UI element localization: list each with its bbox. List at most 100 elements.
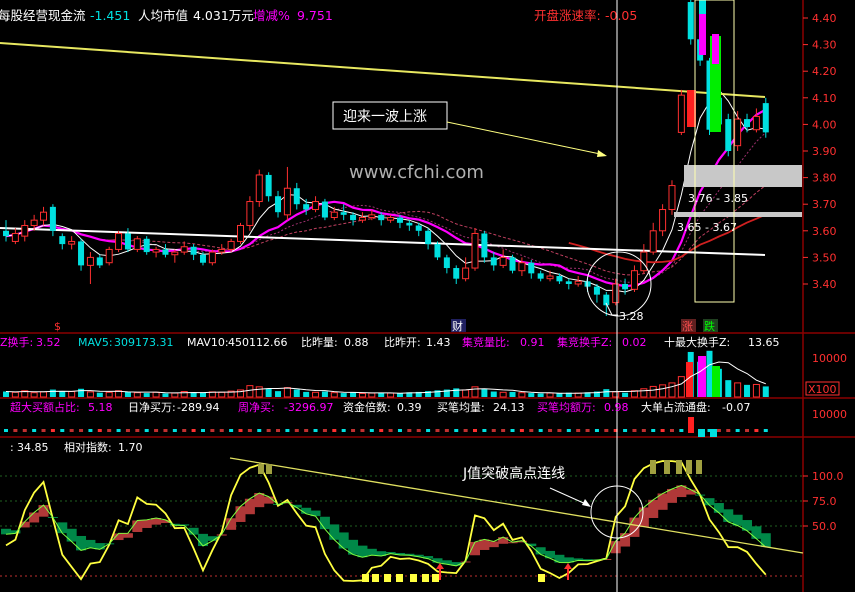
- vol-max-value: 13.65: [748, 336, 780, 349]
- kdj-bottom-bar: [372, 574, 379, 582]
- volume-bar: [518, 392, 526, 398]
- fund-bar: [473, 429, 477, 432]
- volume-bar: [725, 380, 732, 397]
- fund-bar: [69, 429, 74, 432]
- vol-mav10-value: 450112.66: [228, 336, 288, 349]
- price-tick-label: 3.60: [812, 225, 837, 238]
- fund-bar: [454, 429, 459, 432]
- candle-body: [537, 273, 544, 279]
- kdj-band: [366, 548, 377, 556]
- fund-bar: [247, 429, 252, 432]
- annotation-rise: 迎来一波上涨: [343, 109, 427, 125]
- volume-bar: [86, 391, 94, 398]
- stock-chart-window: 4.40 4.30 4.20 4.10 4.00 3.90 3.80 3.70 3.60 3.50…: [0, 0, 855, 592]
- fund-bar: [763, 429, 768, 432]
- fund-bar: [754, 429, 759, 432]
- volume-bar: [152, 391, 160, 398]
- volume-bar: [96, 392, 103, 397]
- vol-jjhs-value: 0.02: [622, 336, 647, 349]
- marker-zhang: 涨: [682, 320, 693, 333]
- fund-bar: [276, 429, 281, 432]
- kdj-peak-bar: [696, 460, 702, 474]
- fund-zjbs-value: 0.39: [397, 401, 422, 414]
- candle-body: [208, 251, 216, 264]
- fund-bar: [116, 429, 121, 432]
- kdj-band: [329, 524, 340, 540]
- fund-bar: [651, 429, 656, 432]
- fund-mbjl-value: 24.13: [493, 401, 525, 414]
- price-tick-label: 3.50: [812, 251, 837, 264]
- kdj-band: [76, 535, 87, 551]
- fund-bar: [726, 429, 731, 432]
- kdj-band: [235, 506, 246, 522]
- candle-body: [462, 267, 470, 280]
- kdj-bottom-bar: [538, 574, 545, 582]
- fund-bar: [229, 429, 234, 432]
- range-label-2: 3.65 - 3.67: [677, 221, 737, 234]
- volume-bar: [133, 392, 141, 398]
- candle-body: [546, 275, 554, 280]
- volume-bar: [218, 391, 226, 398]
- pane-dividers: [0, 0, 855, 592]
- kdj-peak-bar: [664, 460, 670, 474]
- resistance-band-1: [684, 165, 802, 187]
- annotation-jbreak: J值突破高点连线: [462, 465, 565, 482]
- candle-body: [358, 217, 366, 221]
- volume-bar: [143, 393, 150, 397]
- candle-body: [40, 211, 48, 221]
- candle-body: [199, 254, 206, 263]
- fund-bar: [669, 429, 674, 432]
- candle-body: [415, 225, 422, 231]
- fund-big-cyan: [698, 429, 705, 437]
- fund-bar: [735, 429, 740, 432]
- yellow-trend-line: [0, 42, 766, 98]
- volume-big-green: [712, 366, 720, 397]
- fund-bar: [200, 429, 205, 432]
- vol-bzl-label: 比昨量:: [301, 336, 338, 349]
- volume-bar: [499, 391, 507, 398]
- fund-bar: [332, 429, 337, 432]
- fund-bar: [266, 429, 271, 432]
- candle-body: [96, 257, 103, 266]
- kdj-arrow: [549, 487, 589, 506]
- volume-bar: [40, 391, 48, 398]
- header-cashflow-label: 每股经营现金流: [0, 8, 86, 23]
- candle-body: [330, 211, 338, 218]
- volume-bar: [752, 383, 760, 398]
- candle-body: [143, 238, 150, 253]
- candle-top-cyan: [699, 0, 706, 14]
- fund-rjmw-label: 日净买万:: [128, 400, 176, 414]
- kdj-rel-value: 1.70: [118, 441, 143, 454]
- volume-bar: [340, 393, 347, 397]
- price-tick-label: 3.90: [812, 145, 837, 158]
- candle-body: [630, 270, 638, 290]
- candle-body: [283, 187, 291, 216]
- candle-body: [78, 241, 85, 266]
- fund-bar: [210, 429, 215, 432]
- ma10-line: [5, 108, 767, 288]
- candle-body: [425, 230, 432, 245]
- price-tick-label: 3.70: [812, 198, 837, 211]
- fund-bar: [79, 429, 84, 432]
- low-price-label: 3.28: [619, 310, 644, 323]
- candle-body: [237, 224, 244, 242]
- fund-bar: [416, 429, 421, 432]
- fund-bar: [491, 429, 496, 432]
- kdj-peak-bar: [266, 464, 272, 474]
- candle-body: [378, 214, 385, 221]
- volume-bar: [481, 389, 488, 397]
- marker-die: 跌: [704, 319, 715, 333]
- kdj-bottom-bar: [410, 574, 417, 582]
- fund-bar: [341, 429, 346, 432]
- chart-canvas: 4.40 4.30 4.20 4.10 4.00 3.90 3.80 3.70 3.60 3.50…: [0, 0, 855, 592]
- volume-bar: [49, 389, 56, 397]
- range-label-1: 3.76 - 3.85: [688, 192, 748, 205]
- vol-jjlb-value: 0.91: [520, 336, 545, 349]
- volume-bar: [283, 387, 291, 398]
- volume-bar: [171, 392, 179, 398]
- volume-bar: [162, 393, 169, 397]
- kdj-val-value: 34.85: [17, 441, 49, 454]
- candle-body: [350, 214, 357, 221]
- kdj-band: [751, 526, 762, 539]
- fund-bar: [219, 429, 224, 432]
